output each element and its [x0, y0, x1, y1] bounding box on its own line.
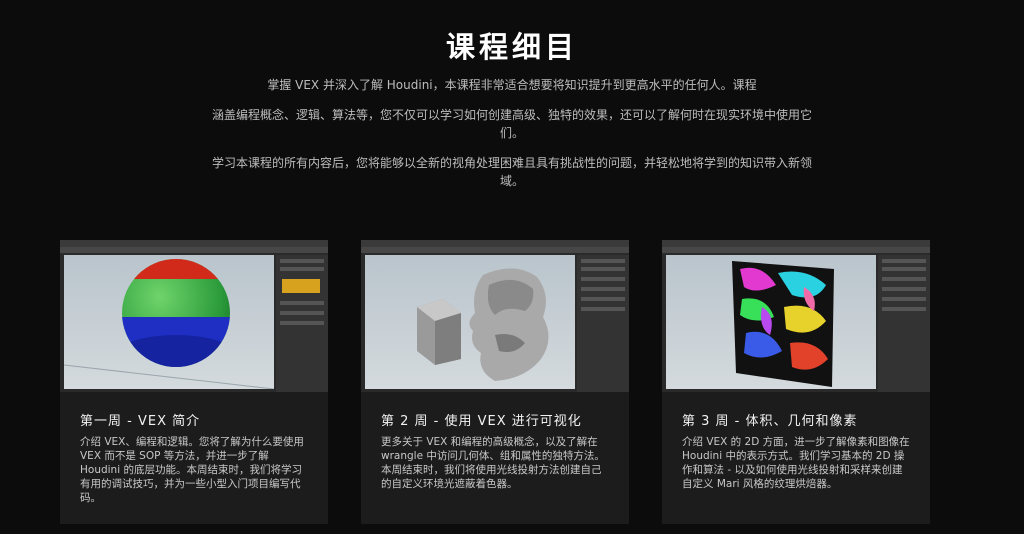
intro-paragraph-3: 学习本课程的所有内容后，您将能够以全新的视角处理困难且具有挑战性的问题，并轻松地…	[211, 156, 812, 188]
card-description: 更多关于 VEX 和编程的高级概念，以及了解在 wrangle 中访问几何体、组…	[381, 436, 605, 490]
card-heading: 第 3 周 - 体积、几何和像素	[682, 414, 858, 429]
card-heading: 第一周 - VEX 简介	[80, 414, 201, 429]
course-card-week-3: 第 3 周 - 体积、几何和像素 介绍 VEX 的 2D 方面，进一步了解像素和…	[662, 240, 930, 524]
page-title: 课程细目	[445, 30, 578, 64]
intro-text: 掌握 VEX 并深入了解 Houdini，本课程非常适合想要将知识提升到更高水平…	[202, 76, 822, 202]
houdini-bust-screenshot	[361, 240, 629, 392]
card-description: 介绍 VEX 的 2D 方面，进一步了解像素和图像在 Houdini 中的表示方…	[682, 436, 910, 490]
intro-paragraph-2: 涵盖编程概念、逻辑、算法等，您不仅可以学习如何创建高级、独特的效果，还可以了解何…	[211, 108, 812, 140]
card-description: 介绍 VEX、编程和逻辑。您将了解为什么要使用 VEX 而不是 SOP 等方法，…	[80, 436, 304, 504]
houdini-texture-screenshot	[662, 240, 930, 392]
houdini-sphere-screenshot	[60, 240, 328, 392]
intro-paragraph-1: 掌握 VEX 并深入了解 Houdini，本课程非常适合想要将知识提升到更高水平…	[267, 78, 757, 92]
course-card-week-2: 第 2 周 - 使用 VEX 进行可视化 更多关于 VEX 和编程的高级概念，以…	[361, 240, 629, 524]
course-card-week-1: 第一周 - VEX 简介 介绍 VEX、编程和逻辑。您将了解为什么要使用 VEX…	[60, 240, 328, 524]
card-heading: 第 2 周 - 使用 VEX 进行可视化	[381, 414, 582, 429]
